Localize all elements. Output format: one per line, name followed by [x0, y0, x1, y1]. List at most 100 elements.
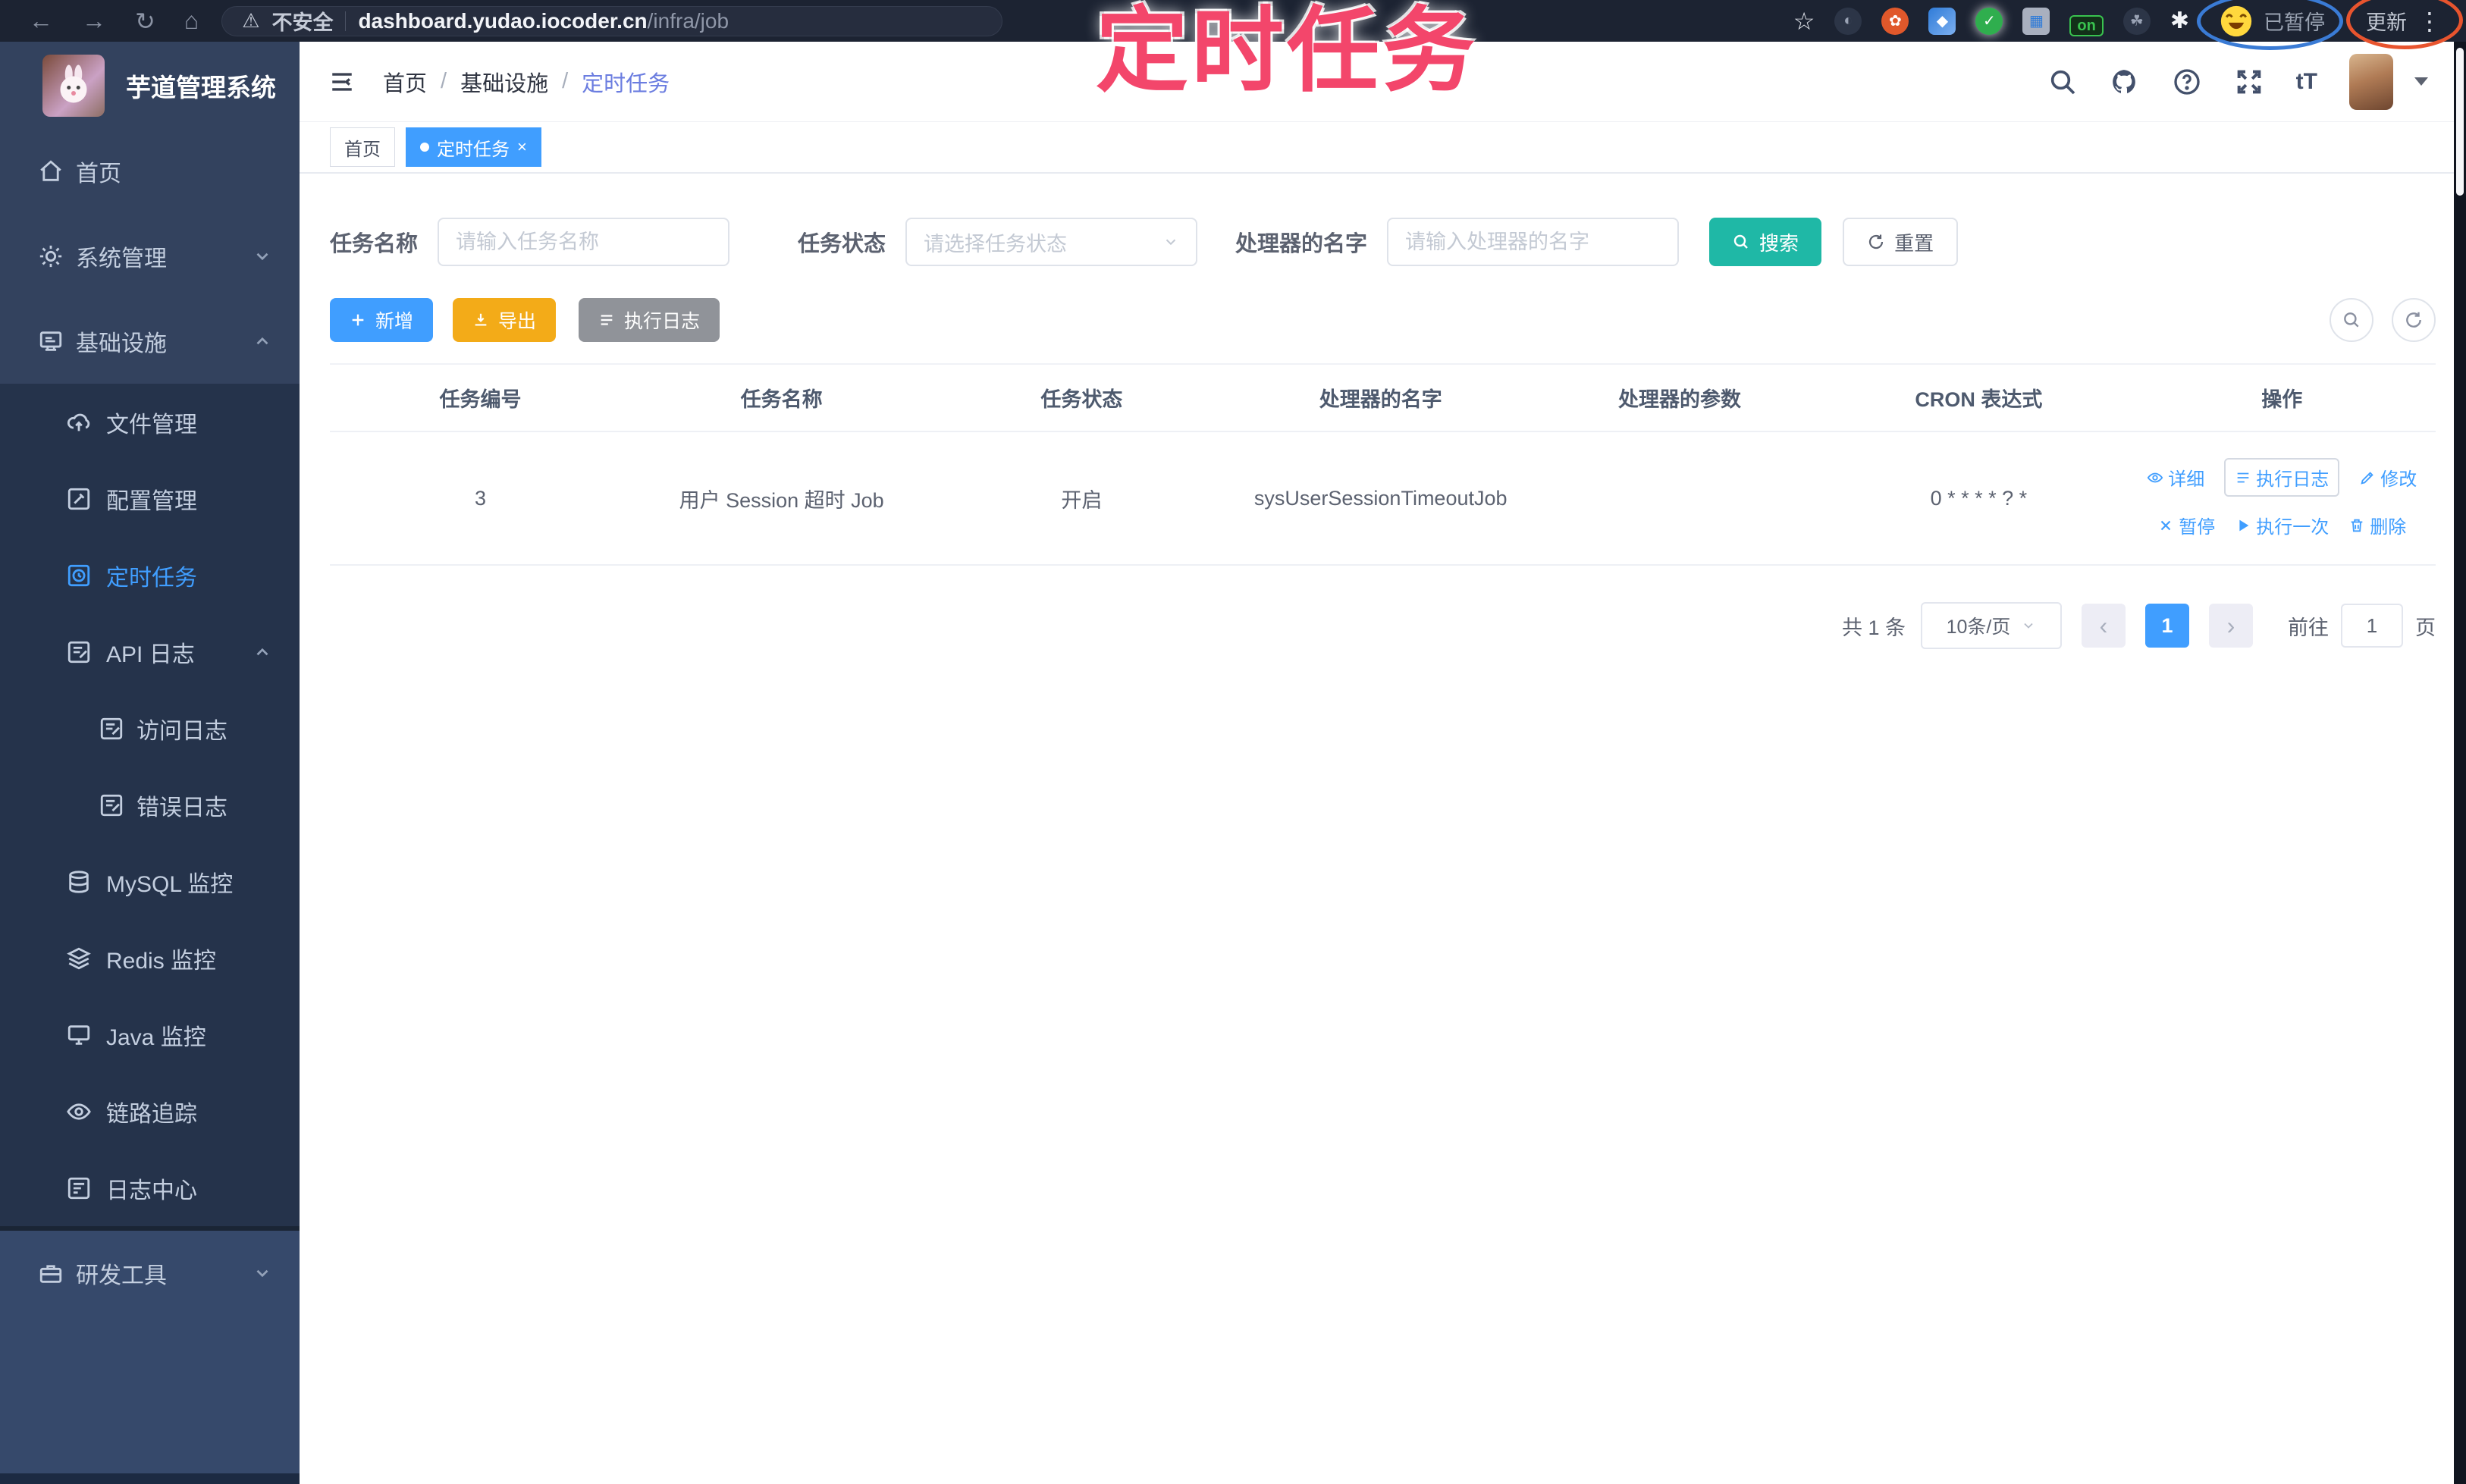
sidebar-item-label: 访问日志	[136, 718, 227, 744]
job-name-input[interactable]	[438, 218, 730, 266]
tag-home[interactable]: 首页	[330, 127, 395, 167]
bookmark-star-icon[interactable]: ☆	[1793, 7, 1815, 36]
sidebar-item-java-monitor[interactable]: Java 监控	[0, 996, 300, 1073]
sidebar-item-infra[interactable]: 基础设施	[0, 299, 300, 384]
eye-icon	[67, 1103, 91, 1120]
page-unit-label: 页	[2415, 616, 2436, 639]
next-page-button[interactable]: ›	[2209, 604, 2253, 648]
sidebar-item-mysql-monitor[interactable]: MySQL 监控	[0, 843, 300, 920]
handler-name-input[interactable]	[1387, 218, 1680, 266]
pencil-icon	[2361, 471, 2373, 485]
url-host: dashboard.yudao.iocoder.cn	[358, 8, 648, 33]
refresh-table-button[interactable]	[2392, 298, 2436, 342]
reset-button[interactable]: 重置	[1843, 218, 1959, 266]
sidebar-item-file-manage[interactable]: 文件管理	[0, 384, 300, 460]
sidebar-scrollbar[interactable]	[0, 1473, 300, 1484]
extensions-puzzle-icon[interactable]: ✱	[2170, 8, 2189, 34]
browser-home-icon[interactable]: ⌂	[184, 7, 199, 35]
sidebar-collapse-icon[interactable]	[327, 69, 357, 95]
table-header-row: 任务编号 任务名称 任务状态 处理器的名字 处理器的参数 CRON 表达式 操作	[330, 363, 2436, 432]
handler-name-label: 处理器的名字	[1235, 232, 1368, 256]
export-button[interactable]: 导出	[453, 298, 557, 342]
sidebar-item-label: Java 监控	[106, 1024, 206, 1050]
infrastructure-icon	[39, 331, 62, 351]
breadcrumb-infra[interactable]: 基础设施	[460, 66, 548, 98]
paused-extension-chip[interactable]: 已暂停	[2197, 0, 2343, 50]
sidebar-item-access-log[interactable]: 访问日志	[0, 690, 300, 767]
prev-page-button[interactable]: ‹	[2082, 604, 2126, 648]
current-page-button[interactable]: 1	[2145, 604, 2189, 648]
toggle-search-button[interactable]	[2330, 298, 2373, 342]
sidebar-item-label: 错误日志	[136, 795, 227, 820]
select-placeholder: 请选择任务状态	[924, 232, 1068, 256]
extension-icon[interactable]: ▦	[2022, 7, 2050, 35]
col-job-id: 任务编号	[330, 363, 632, 432]
exec-log-button[interactable]: 执行日志	[579, 298, 720, 342]
goto-page-input[interactable]	[2341, 604, 2403, 648]
detail-link[interactable]: 详细	[2147, 464, 2204, 491]
cell-job-id: 3	[330, 431, 632, 566]
browser-reload-icon[interactable]: ↻	[135, 7, 155, 36]
sidebar-item-error-log[interactable]: 错误日志	[0, 767, 300, 843]
browser-back-icon[interactable]: ←	[29, 7, 53, 35]
sidebar-item-scheduled-jobs[interactable]: 定时任务	[0, 537, 300, 613]
sidebar-item-redis-monitor[interactable]: Redis 监控	[0, 920, 300, 996]
pause-link[interactable]: 暂停	[2157, 512, 2215, 538]
page-size-select[interactable]: 10条/页	[1921, 602, 2062, 649]
sidebar-submenu-infra: 文件管理 配置管理 定时任务 API 日志 访问日志 错误日志 MySQL 监控…	[0, 384, 300, 1226]
sidebar-item-dev-tools[interactable]: 研发工具	[0, 1231, 300, 1316]
row-exec-log-link[interactable]: 执行日志	[2224, 458, 2340, 497]
scrollbar-thumb[interactable]	[2456, 48, 2464, 196]
browser-menu-icon[interactable]: ⋮	[2417, 7, 2442, 36]
breadcrumb-separator: /	[441, 69, 447, 93]
job-status-select[interactable]: 请选择任务状态	[905, 218, 1198, 266]
tag-scheduled-jobs[interactable]: 定时任务 ×	[406, 127, 541, 167]
extension-icon[interactable]: ✓	[1975, 7, 2003, 35]
run-once-link[interactable]: 执行一次	[2235, 512, 2329, 538]
browser-update-button[interactable]: 更新 ⋮	[2346, 0, 2463, 49]
app-title: 芋道管理系统	[126, 73, 276, 102]
add-button[interactable]: 新增	[330, 298, 434, 342]
app-logo-row[interactable]: 芋道管理系统	[0, 42, 300, 129]
database-icon	[69, 870, 89, 893]
page-scrollbar[interactable]	[2454, 42, 2466, 1484]
delete-link[interactable]: 删除	[2348, 512, 2406, 538]
list-icon	[601, 315, 613, 325]
active-dot	[420, 143, 429, 152]
address-bar[interactable]: ⚠ 不安全 dashboard.yudao.iocoder.cn/infra/j…	[221, 5, 1003, 36]
browser-toolbar: ← → ↻ ⌂ ⚠ 不安全 dashboard.yudao.iocoder.cn…	[0, 0, 2466, 50]
sidebar-item-label: 系统管理	[76, 246, 167, 271]
edit-link[interactable]: 修改	[2359, 464, 2417, 491]
extension-on-badge[interactable]: on	[2069, 14, 2104, 36]
help-icon[interactable]	[2172, 67, 2202, 97]
tag-close-icon[interactable]: ×	[517, 137, 527, 157]
address-divider	[345, 11, 347, 31]
sidebar-item-home[interactable]: 首页	[0, 129, 300, 214]
extension-icon[interactable]: ◐	[1834, 7, 1862, 35]
sidebar-item-label: API 日志	[106, 642, 195, 667]
sidebar-item-system[interactable]: 系统管理	[0, 214, 300, 299]
cell-handler-name: sysUserSessionTimeoutJob	[1231, 431, 1530, 566]
browser-forward-icon[interactable]: →	[82, 7, 106, 35]
sidebar-item-config-manage[interactable]: 配置管理	[0, 460, 300, 537]
breadcrumb-home[interactable]: 首页	[383, 66, 427, 98]
extension-icon[interactable]: ☘	[2122, 7, 2151, 35]
security-label[interactable]: 不安全	[271, 6, 333, 36]
url-path: /infra/job	[647, 8, 729, 33]
search-icon[interactable]	[2047, 67, 2078, 97]
fullscreen-icon[interactable]	[2234, 67, 2264, 97]
sidebar-item-log-center[interactable]: 日志中心	[0, 1150, 300, 1226]
sidebar-item-tracing[interactable]: 链路追踪	[0, 1073, 300, 1150]
github-icon[interactable]	[2110, 67, 2140, 97]
sidebar-item-api-log[interactable]: API 日志	[0, 613, 300, 690]
extension-icon[interactable]: ✿	[1881, 7, 1909, 35]
search-button[interactable]: 搜索	[1709, 218, 1822, 266]
update-label: 更新	[2366, 11, 2407, 34]
user-avatar[interactable]	[2349, 53, 2393, 110]
main-area: 首页 / 基础设施 / 定时任务 tT 首页 定时任务 × 任务名称 请输入任务…	[300, 42, 2466, 1484]
extension-icon[interactable]: ◆	[1928, 7, 1956, 35]
font-size-icon[interactable]: tT	[2296, 69, 2317, 95]
avatar-caret-icon[interactable]	[2414, 77, 2428, 86]
gear-icon	[39, 245, 62, 268]
app-logo	[42, 54, 105, 117]
